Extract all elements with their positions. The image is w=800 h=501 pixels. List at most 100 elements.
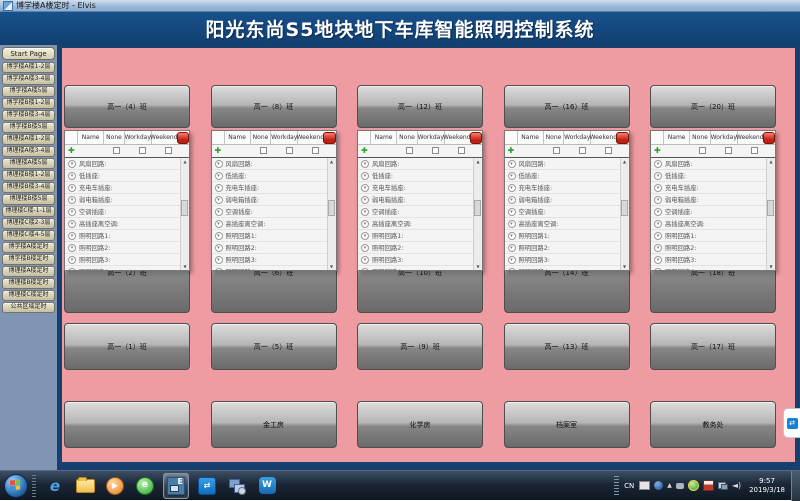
panel-close-button[interactable] (177, 132, 189, 144)
circuit-row[interactable]: ▾照明回路3: (651, 254, 767, 266)
expand-chevron-icon[interactable]: ▾ (654, 160, 662, 168)
expand-chevron-icon[interactable]: ▾ (508, 244, 516, 252)
sidebar-item-button[interactable]: 博理楼C楼4-5层 (2, 230, 55, 241)
circuit-row[interactable]: ▾照明回路1: (65, 230, 181, 242)
panel-scrollbar[interactable]: ▲▼ (180, 158, 189, 270)
weekend-checkbox[interactable] (165, 147, 172, 154)
workday-checkbox[interactable] (286, 147, 293, 154)
expand-chevron-icon[interactable]: ▾ (361, 244, 369, 252)
wps-taskbar-button[interactable]: W (255, 474, 279, 498)
circuit-row[interactable]: ▾充电车插座: (65, 182, 181, 194)
sidebar-item-button[interactable]: 博理楼C楼-1-1层 (2, 206, 55, 217)
expand-chevron-icon[interactable]: ▾ (508, 208, 516, 216)
workday-checkbox[interactable] (579, 147, 586, 154)
circuit-row[interactable]: ▾充电车插座: (212, 182, 328, 194)
volume-icon[interactable]: ◄) (732, 481, 741, 490)
expand-chevron-icon[interactable]: ▾ (68, 172, 76, 180)
classroom-button-top[interactable]: 高一（12）班 (357, 85, 483, 128)
expand-chevron-icon[interactable]: ▾ (215, 220, 223, 228)
panel-scrollbar[interactable]: ▲▼ (620, 158, 629, 270)
classroom-button-lower[interactable]: 高一（1）班 (64, 323, 190, 370)
circuit-row[interactable]: ▾低插座: (651, 170, 767, 182)
expand-chevron-icon[interactable]: ▾ (68, 244, 76, 252)
expand-chevron-icon[interactable]: ▾ (215, 172, 223, 180)
scroll-up-icon[interactable]: ▲ (621, 159, 629, 164)
circuit-row[interactable]: ▾充电车插座: (505, 182, 621, 194)
sidebar-item-button[interactable]: 博理楼A楼定时 (2, 266, 55, 277)
sidebar-item-button[interactable]: 博理楼A楼5层 (2, 158, 55, 169)
circuit-row[interactable]: ▾低插座: (358, 170, 474, 182)
tray-expander[interactable] (614, 476, 619, 496)
scroll-thumb[interactable] (474, 200, 481, 216)
circuit-row[interactable]: ▾风扇回路: (651, 158, 767, 170)
circuit-row[interactable]: ▾高插座离空调: (505, 218, 621, 230)
expand-chevron-icon[interactable]: ▾ (68, 196, 76, 204)
expand-chevron-icon[interactable]: ▾ (68, 220, 76, 228)
none-checkbox[interactable] (553, 147, 560, 154)
tray-blue-app-icon[interactable] (654, 481, 663, 490)
circuit-row[interactable]: ▾照明回路4: (212, 266, 328, 270)
expand-chevron-icon[interactable]: ▾ (68, 232, 76, 240)
sidebar-item-button[interactable]: 博学楼A楼5层 (2, 86, 55, 97)
sidebar-item-button[interactable]: 博理楼A楼1-2层 (2, 134, 55, 145)
sidebar-item-button[interactable]: 博理楼B楼3-4层 (2, 182, 55, 193)
circuit-row[interactable]: ▾弱电箱插座: (358, 194, 474, 206)
panel-close-button[interactable] (470, 132, 482, 144)
scroll-up-icon[interactable]: ▲ (181, 159, 189, 164)
expand-chevron-icon[interactable]: ▾ (508, 160, 516, 168)
scroll-thumb[interactable] (621, 200, 628, 216)
circuit-row[interactable]: ▾照明回路1: (212, 230, 328, 242)
expand-chevron-icon[interactable]: ▾ (654, 256, 662, 264)
expand-chevron-icon[interactable]: ▾ (361, 232, 369, 240)
expand-chevron-icon[interactable]: ▾ (361, 256, 369, 264)
scroll-thumb[interactable] (328, 200, 335, 216)
expand-chevron-icon[interactable]: ▾ (68, 208, 76, 216)
circuit-row[interactable]: ▾照明回路1: (358, 230, 474, 242)
circuit-row[interactable]: ▾照明回路1: (505, 230, 621, 242)
circuit-row[interactable]: ▾空调插座: (358, 206, 474, 218)
classroom-button-top[interactable]: 高一（8）班 (211, 85, 337, 128)
expand-chevron-icon[interactable]: ▾ (68, 160, 76, 168)
expand-chevron-icon[interactable]: ▾ (68, 268, 76, 271)
circuit-row[interactable]: ▾照明回路4: (505, 266, 621, 270)
sidebar-item-button[interactable]: 博学楼A楼定时 (2, 242, 55, 253)
sidebar-item-button[interactable]: 博学楼B楼5层 (2, 122, 55, 133)
workday-checkbox[interactable] (725, 147, 732, 154)
sidebar-item-button[interactable]: 博学楼A楼3-4层 (2, 74, 55, 85)
expand-chevron-icon[interactable]: ▾ (508, 196, 516, 204)
remote-config-taskbar-button[interactable] (225, 474, 249, 498)
expand-chevron-icon[interactable]: ▾ (215, 184, 223, 192)
expand-chevron-icon[interactable]: ▾ (361, 184, 369, 192)
workday-checkbox[interactable] (139, 147, 146, 154)
circuit-row[interactable]: ▾照明回路4: (358, 266, 474, 270)
circuit-row[interactable]: ▾照明回路3: (212, 254, 328, 266)
expand-chevron-icon[interactable]: ▾ (361, 160, 369, 168)
circuit-row[interactable]: ▾照明回路4: (651, 266, 767, 270)
tray-alert-icon[interactable] (703, 480, 714, 491)
expand-chevron-icon[interactable]: ▾ (654, 172, 662, 180)
circuit-row[interactable]: ▾高插座离空调: (65, 218, 181, 230)
start-page-button[interactable]: Start Page (2, 47, 55, 60)
none-checkbox[interactable] (406, 147, 413, 154)
expand-chevron-icon[interactable]: ▾ (215, 160, 223, 168)
circuit-row[interactable]: ▾照明回路2: (212, 242, 328, 254)
expand-chevron-icon[interactable]: ▾ (508, 256, 516, 264)
expand-chevron-icon[interactable]: ▾ (654, 196, 662, 204)
circuit-row[interactable]: ▾照明回路2: (651, 242, 767, 254)
circuit-row[interactable]: ▾高插座离空调: (212, 218, 328, 230)
scroll-down-icon[interactable]: ▼ (767, 264, 775, 269)
sidebar-item-button[interactable]: 博理楼B楼1-2层 (2, 170, 55, 181)
circuit-row[interactable]: ▾风扇回路: (358, 158, 474, 170)
sidebar-item-button[interactable]: 博理楼B楼定时 (2, 278, 55, 289)
window-titlebar[interactable]: 博学楼A楼定时 - Elvis (0, 0, 800, 12)
weekend-checkbox[interactable] (458, 147, 465, 154)
add-schedule-icon[interactable]: ✚ (68, 146, 75, 155)
expand-chevron-icon[interactable]: ▾ (654, 244, 662, 252)
classroom-button-lower[interactable]: 高一（17）班 (650, 323, 776, 370)
classroom-button-lower[interactable]: 高一（9）班 (357, 323, 483, 370)
expand-chevron-icon[interactable]: ▾ (508, 172, 516, 180)
expand-chevron-icon[interactable]: ▾ (508, 268, 516, 271)
circuit-row[interactable]: ▾照明回路3: (505, 254, 621, 266)
expand-chevron-icon[interactable]: ▾ (361, 208, 369, 216)
expand-chevron-icon[interactable]: ▾ (508, 220, 516, 228)
